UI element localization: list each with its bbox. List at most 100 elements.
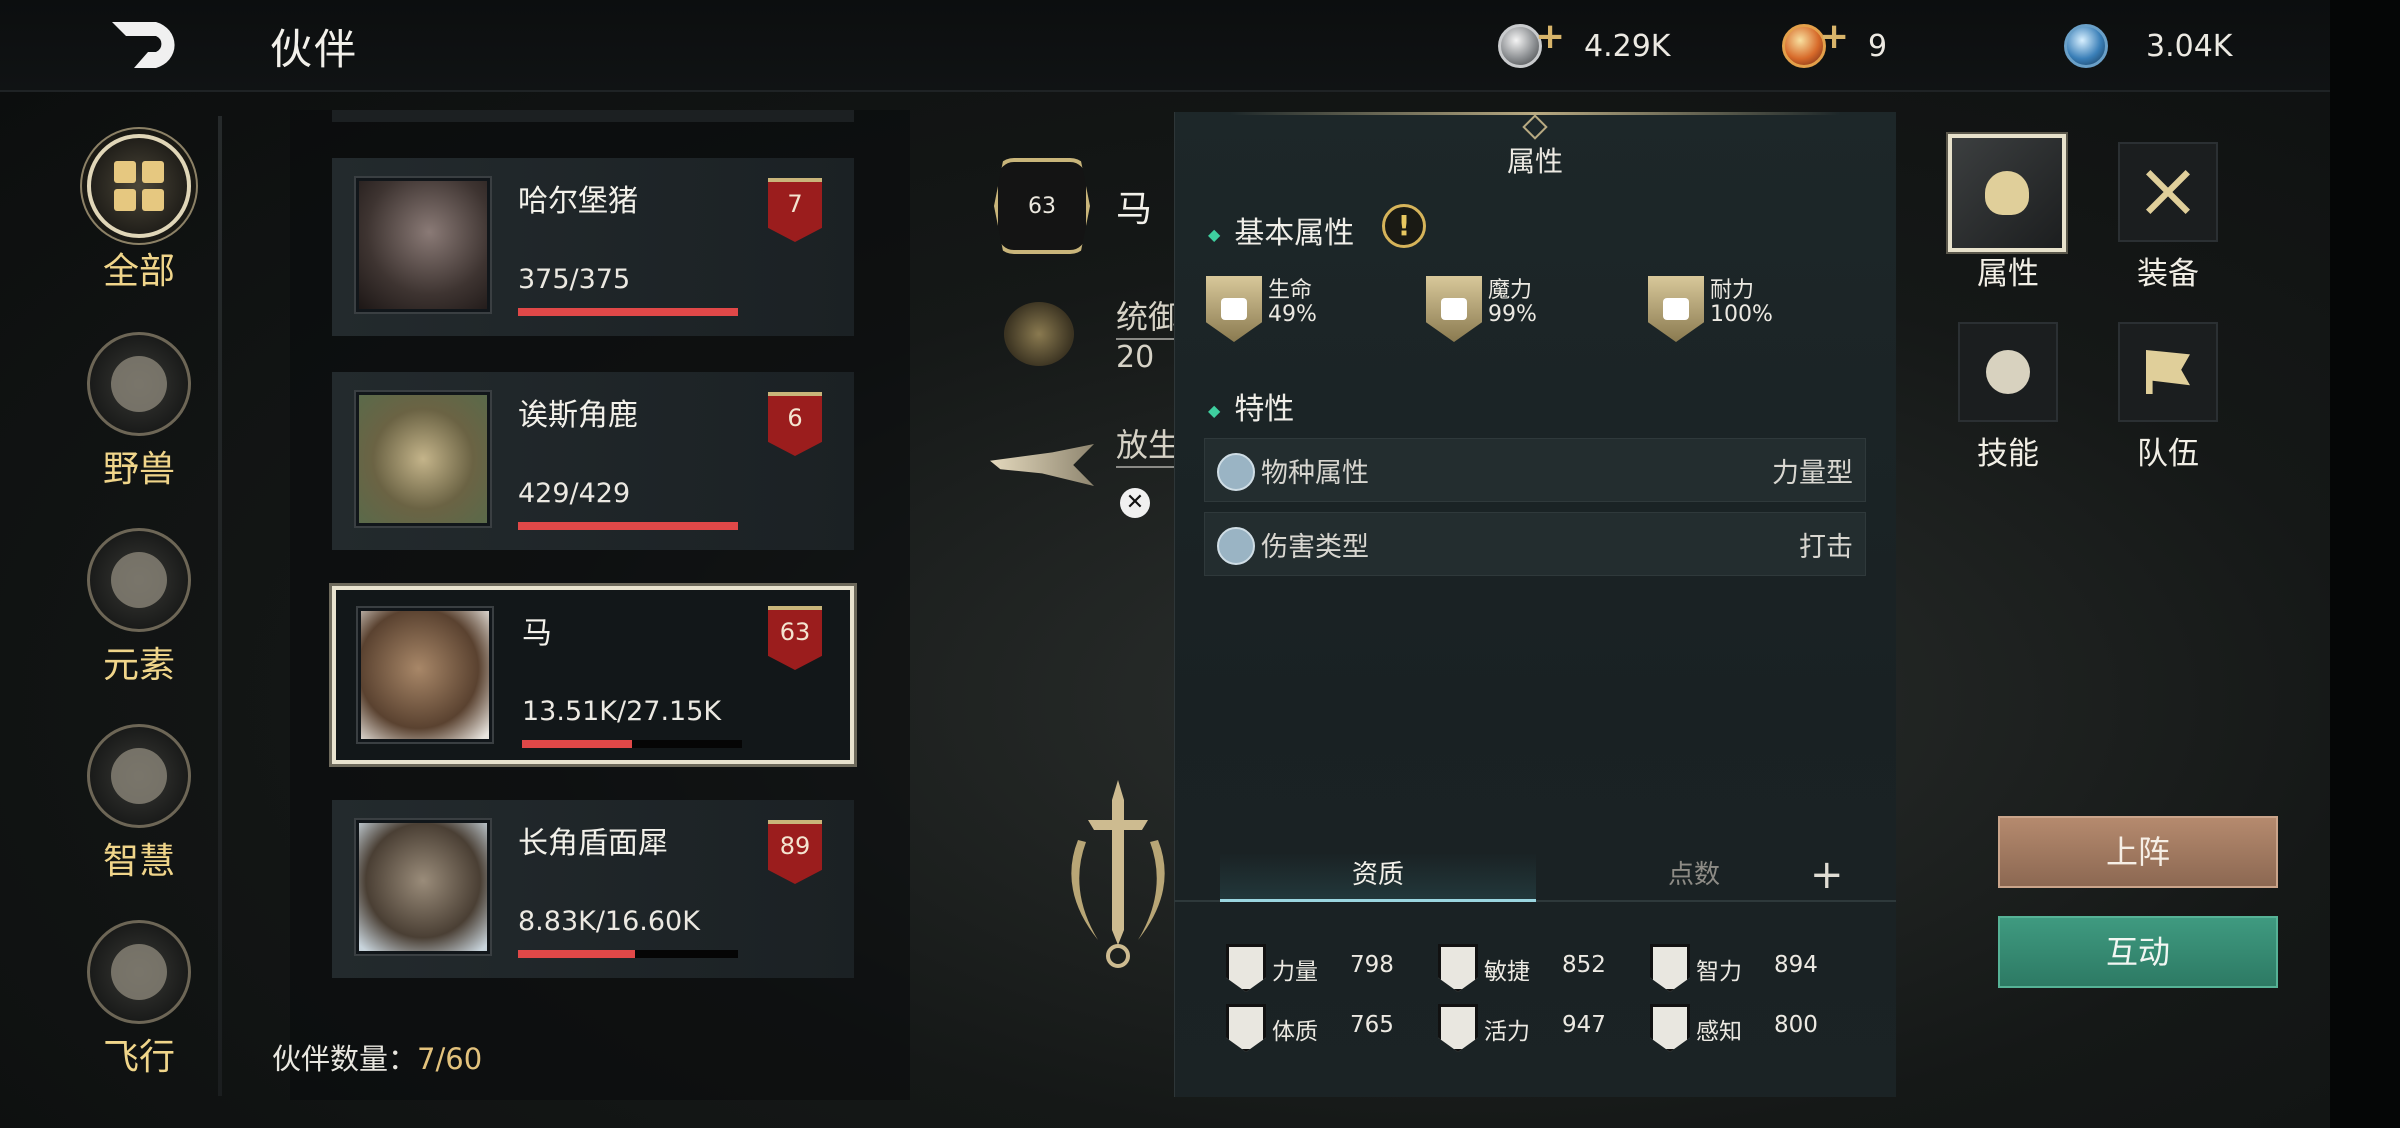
panel-title: 属性	[1506, 145, 1563, 178]
stat-name: 耐力	[1710, 278, 1755, 303]
side-tab-label: 队伍	[2137, 436, 2199, 472]
level-badge: 6	[768, 392, 822, 456]
gem-currency: 3.04K	[2064, 18, 2232, 74]
aptitude-value: 894	[1774, 952, 1818, 978]
tab-aptitude[interactable]: 资质	[1220, 852, 1536, 902]
hp-bar	[518, 308, 738, 316]
gold-amount: 9	[1868, 28, 1888, 64]
level-badge: 7	[768, 178, 822, 242]
hp-bar	[522, 740, 742, 748]
gem-amount: 3.04K	[2146, 28, 2233, 64]
side-tab-equipment[interactable]	[2118, 142, 2218, 242]
aptitude-name: 感知	[1696, 1019, 1742, 1045]
detail-name: 马	[1116, 189, 1153, 230]
side-tab-label: 装备	[2137, 256, 2199, 292]
side-tab-label: 技能	[1977, 436, 2039, 472]
leadership-value: 20	[1116, 340, 1155, 375]
aptitude-name: 力量	[1272, 959, 1318, 985]
aptitude-value: 947	[1562, 1012, 1606, 1038]
aptitude-value: 800	[1774, 1012, 1818, 1038]
page-title: 伙伴	[270, 25, 359, 74]
companion-card-selected[interactable]: 马 13.51K/27.15K 63	[332, 586, 854, 764]
side-tab-skills[interactable]	[1958, 322, 2058, 422]
gold-currency[interactable]: + 9	[1782, 18, 1887, 74]
skill-icon	[1986, 350, 2030, 394]
category-element[interactable]: 元素	[74, 528, 204, 688]
level-badge: 89	[768, 820, 822, 884]
aptitude-name: 敏捷	[1484, 959, 1530, 985]
companion-card[interactable]: 哈尔堡猪 375/375 7	[332, 158, 854, 336]
gold-token-icon: +	[1782, 19, 1849, 68]
close-icon[interactable]: ✕	[1120, 488, 1150, 518]
side-tab-attributes[interactable]	[1948, 134, 2066, 252]
trait-value: 力量型	[1772, 458, 1853, 489]
aptitude-value: 798	[1350, 952, 1394, 978]
running-beast-icon	[990, 444, 1094, 486]
category-label: 野兽	[102, 449, 175, 490]
trait-name: 物种属性	[1261, 458, 1369, 489]
add-silver-icon[interactable]: +	[1535, 19, 1565, 55]
paw-icon	[1217, 453, 1255, 491]
trait-row-species: 物种属性 力量型	[1204, 438, 1866, 502]
grid-icon	[114, 161, 164, 211]
silver-currency[interactable]: + 4.29K	[1498, 18, 1670, 74]
category-label: 飞行	[102, 1037, 175, 1078]
attribute-panel	[1174, 112, 1896, 1097]
category-all[interactable]: 全部	[74, 134, 204, 294]
trait-row-damage: 伤害类型 打击	[1204, 512, 1866, 576]
category-label: 元素	[102, 645, 175, 686]
trait-value: 打击	[1799, 532, 1853, 563]
leadership-icon	[1004, 302, 1074, 366]
traits-title: 特性	[1208, 384, 1294, 428]
companion-card[interactable]: 长角盾面犀 8.83K/16.60K 89	[332, 800, 854, 978]
back-button[interactable]	[104, 18, 188, 72]
silver-coin-icon: +	[1498, 19, 1565, 68]
companion-name: 马	[522, 616, 552, 651]
deer-portrait	[356, 392, 490, 526]
aptitude-value: 852	[1562, 952, 1606, 978]
category-flight[interactable]: 飞行	[74, 920, 204, 1080]
flame-icon	[1985, 171, 2029, 215]
nav-divider	[218, 116, 222, 1096]
add-gold-icon[interactable]: +	[1819, 19, 1849, 55]
aptitude-name: 智力	[1696, 959, 1742, 985]
aptitude-name: 活力	[1484, 1019, 1530, 1045]
silver-amount: 4.29K	[1584, 28, 1671, 64]
category-beast[interactable]: 野兽	[74, 332, 204, 492]
flag-icon	[2146, 350, 2190, 394]
category-nav: 全部 野兽 元素 智慧 飞行	[60, 110, 220, 1100]
companion-hp: 429/429	[518, 478, 631, 509]
companion-name: 诶斯角鹿	[518, 398, 638, 433]
companion-card[interactable]: 诶斯角鹿 429/429 6	[332, 372, 854, 550]
element-icon	[111, 552, 167, 608]
boar-portrait	[356, 178, 490, 312]
basic-attributes-title: 基本属性	[1208, 208, 1354, 252]
interact-button[interactable]: 互动	[1998, 916, 2278, 988]
companion-name: 长角盾面犀	[518, 826, 668, 861]
add-points-icon[interactable]: +	[1810, 852, 1844, 898]
hp-bar	[518, 950, 738, 958]
category-wisdom[interactable]: 智慧	[74, 724, 204, 884]
deploy-button[interactable]: 上阵	[1998, 816, 2278, 888]
companion-hp: 13.51K/27.15K	[522, 696, 722, 727]
aptitude-tabs: 资质 点数 +	[1174, 852, 1896, 902]
aptitude-value: 765	[1350, 1012, 1394, 1038]
companion-hp: 8.83K/16.60K	[518, 906, 700, 937]
stat-name: 魔力	[1488, 278, 1533, 303]
stat-value: 99%	[1488, 302, 1537, 327]
swords-icon	[1217, 527, 1255, 565]
trait-name: 伤害类型	[1261, 532, 1369, 563]
side-tab-team[interactable]	[2118, 322, 2218, 422]
info-alert-icon[interactable]: !	[1382, 204, 1426, 248]
crossed-swords-icon	[2146, 170, 2190, 214]
companion-count: 伙伴数量：7/60	[272, 1036, 482, 1078]
beast-icon	[111, 356, 167, 412]
flight-icon	[111, 944, 167, 1000]
category-label: 智慧	[102, 841, 175, 882]
laurel-sword-emblem	[1071, 780, 1165, 968]
rhino-portrait	[356, 820, 490, 954]
companion-count-value: 7/60	[417, 1042, 483, 1076]
tab-points[interactable]: 点数	[1536, 852, 1852, 902]
release-label[interactable]: 放生	[1116, 420, 1181, 468]
horse-portrait	[358, 608, 492, 742]
